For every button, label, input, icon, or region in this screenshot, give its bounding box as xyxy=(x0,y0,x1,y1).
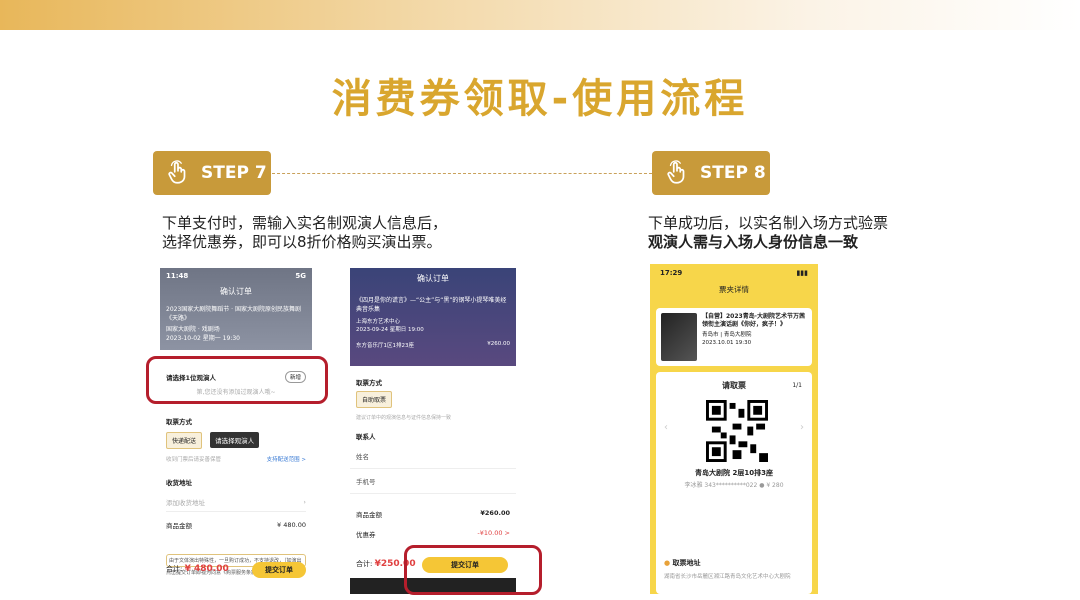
page-title: 消费券领取-使用流程 xyxy=(331,76,749,122)
delivery-label: 取票方式 xyxy=(166,418,192,426)
nav-title: 票夹详情 xyxy=(719,285,749,294)
highlight-viewer-box xyxy=(146,356,328,404)
ticket-card: 请取票 1/1 ‹ › 青岛大剧院 2层10排3座 李冰雅 343*******… xyxy=(656,372,812,594)
status-signal: 5G xyxy=(295,272,306,280)
total-label: 合计: xyxy=(356,560,373,568)
goods-amount-row: 商品金额 ¥260.00 xyxy=(350,506,516,522)
coupon-label: 优惠券 xyxy=(356,531,376,539)
goods-amount-value: ¥260.00 xyxy=(480,509,510,517)
delivery-label: 取票方式 xyxy=(356,379,382,387)
step8-badge: STEP 8 xyxy=(652,151,770,195)
goods-amount-row: 商品金额 ¥ 480.00 xyxy=(160,517,312,533)
address-input[interactable]: 添加收货地址 xyxy=(166,497,205,507)
phone-screenshot-order-confirm: 11:48 5G 确认订单 2023国家大剧院舞蹈节 · 国家大剧院原创民族舞剧… xyxy=(160,268,312,594)
step-connector-line xyxy=(272,173,652,174)
delivery-note: 收到门票后请妥善保管 xyxy=(166,457,222,463)
delivery-section: 取票方式 自助取票 建议订单中的观演信息与证件信息保持一致 xyxy=(350,374,516,424)
show-date: 2023-09-24 星期日 19:00 xyxy=(356,327,424,333)
highlight-submit-box xyxy=(404,545,542,595)
nav-title: 确认订单 xyxy=(417,274,449,283)
status-bar: 11:48 5G xyxy=(166,272,306,280)
chevron-right-icon: › xyxy=(303,498,306,506)
name-field[interactable]: 姓名 xyxy=(350,444,516,469)
pickup-address-title: 取票地址 xyxy=(672,559,701,567)
address-section: 收货地址 添加收货地址 › xyxy=(160,474,312,515)
order-total: 合计: ¥ 480.00 xyxy=(166,564,229,574)
select-viewer-tooltip: 请选择观演人 xyxy=(210,432,260,448)
order-header: 11:48 5G 确认订单 2023国家大剧院舞蹈节 · 国家大剧院原创民族舞剧… xyxy=(160,268,312,350)
contact-label: 联系人 xyxy=(356,433,376,441)
show-date: 2023.10.01 19:30 xyxy=(702,340,752,346)
top-gradient-bar xyxy=(0,0,1080,30)
delivery-section: 取票方式 快递配送 请选择观演人 收到门票后请妥善保管 支持配送范围 > xyxy=(160,413,312,466)
coupon-row[interactable]: 优惠券 -¥10.00 > xyxy=(350,526,516,542)
chevron-left-icon[interactable]: ‹ xyxy=(664,422,668,433)
pickup-address-value: 湖南省长沙市岳麓区湘江路青岛文化艺术中心大剧院 xyxy=(664,574,791,580)
ticket-holder: 李冰雅 343**********022 ● ¥ 280 xyxy=(684,482,784,489)
delivery-option-self-pickup[interactable]: 自助取票 xyxy=(356,391,393,408)
submit-order-button[interactable]: 提交订单 xyxy=(252,562,306,578)
total-value: ¥ 480.00 xyxy=(184,564,229,574)
goods-amount-value: ¥ 480.00 xyxy=(277,521,306,529)
show-venue: 青岛市 | 青岛大剧院 xyxy=(702,332,752,338)
hand-pointer-icon xyxy=(168,160,186,184)
status-bar: 17:29 ▮▮▮ xyxy=(650,264,818,282)
delivery-range-link[interactable]: 支持配送范围 > xyxy=(267,455,306,463)
step8-label: STEP 8 xyxy=(700,163,766,183)
step8-description: 下单成功后，以实名制入场方式验票 观演人需与入场人身份信息一致 xyxy=(648,214,968,252)
hand-pointer-icon xyxy=(667,160,685,184)
nav-title: 确认订单 xyxy=(220,287,252,296)
battery-icon: ▮▮▮ xyxy=(796,269,808,277)
show-name: 2023国家大剧院舞蹈节 · 国家大剧院原创民族舞剧《天路》 xyxy=(166,306,301,322)
step7-desc-line2: 选择优惠券，即可以8折价格购买演出票。 xyxy=(162,233,442,251)
delivery-note: 建议订单中的观演信息与证件信息保持一致 xyxy=(356,415,452,421)
location-pin-icon: ● xyxy=(664,559,671,567)
step8-desc-line2: 观演人需与入场人身份信息一致 xyxy=(648,233,859,251)
pickup-address-label: ● 取票地址 xyxy=(664,558,701,568)
step7-badge: STEP 7 xyxy=(153,151,271,195)
coupon-value: -¥10.00 > xyxy=(477,529,510,537)
delivery-option-express[interactable]: 快递配送 xyxy=(166,432,203,449)
show-card: 【自营】2023青岛·大剧院艺术节万茜领衔主演话剧《你好，疯子！》 青岛市 | … xyxy=(656,308,812,366)
show-venue: 上海东方艺术中心 xyxy=(356,319,401,325)
step7-label: STEP 7 xyxy=(201,163,267,183)
ticket-page: 1/1 xyxy=(792,382,802,389)
chevron-right-icon[interactable]: › xyxy=(800,422,804,433)
status-time: 17:29 xyxy=(660,269,683,277)
step8-desc-line1: 下单成功后，以实名制入场方式验票 xyxy=(648,214,889,232)
goods-amount-label: 商品金额 xyxy=(356,511,382,519)
step7-description: 下单支付时，需输入实名制观演人信息后， 选择优惠券，即可以8折价格购买演出票。 xyxy=(162,214,502,252)
status-time: 11:48 xyxy=(166,272,189,280)
show-name: 【自营】2023青岛·大剧院艺术节万茜领衔主演话剧《你好，疯子！》 xyxy=(702,313,805,328)
show-date: 2023-10-02 星期一 19:30 xyxy=(166,335,240,342)
order-header: 确认订单 《四月是你的谎言》—“公主”与“黑”的钢琴小提琴唯美经典音乐集 上海东… xyxy=(350,268,516,366)
step7-desc-line1: 下单支付时，需输入实名制观演人信息后， xyxy=(162,214,448,232)
phone-field[interactable]: 手机号 xyxy=(350,469,516,494)
seat-price: ¥260.00 xyxy=(487,341,510,347)
seat-info: 东方音乐厅1区1排23座 xyxy=(356,343,414,349)
total-label: 合计: xyxy=(166,565,183,573)
address-label: 收货地址 xyxy=(166,479,192,487)
seat-info: 青岛大剧院 2层10排3座 xyxy=(695,469,773,477)
show-name: 《四月是你的谎言》—“公主”与“黑”的钢琴小提琴唯美经典音乐集 xyxy=(356,297,507,313)
ticket-title: 请取票 xyxy=(722,381,746,390)
phone-screenshot-ticket-detail: 17:29 ▮▮▮ 票夹详情 【自营】2023青岛·大剧院艺术节万茜领衔主演话剧… xyxy=(650,264,818,594)
goods-amount-label: 商品金额 xyxy=(166,522,192,530)
qr-code-icon xyxy=(706,400,768,462)
show-venue: 国家大剧院 · 戏剧场 xyxy=(166,326,220,333)
show-poster-image xyxy=(661,313,697,361)
